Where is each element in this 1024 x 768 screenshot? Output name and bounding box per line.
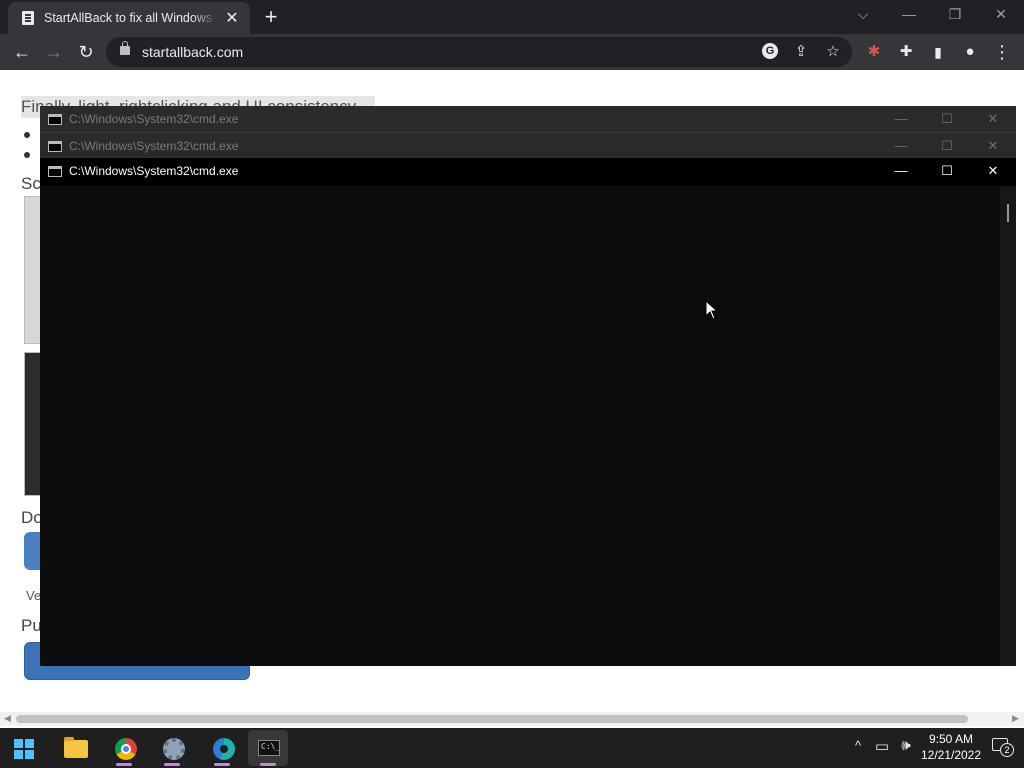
- window-restore-button[interactable]: ❐: [932, 0, 978, 30]
- cmd-scroll-thumb[interactable]: [1007, 204, 1009, 222]
- horizontal-scrollbar[interactable]: ◀ ▶: [0, 712, 1024, 726]
- start-button[interactable]: [2, 730, 42, 766]
- running-indicator: [164, 763, 180, 766]
- cmd-maximize-button[interactable]: ☐: [924, 133, 970, 159]
- cmd-minimize-button[interactable]: —: [878, 133, 924, 159]
- desktop: StartAllBack to fix all Windows 11 ✕ + ⌵…: [0, 0, 1024, 768]
- scroll-left-arrow-icon[interactable]: ◀: [4, 713, 11, 724]
- cmd-maximize-button[interactable]: ☐: [924, 158, 970, 184]
- cmd-minimize-button[interactable]: —: [878, 106, 924, 132]
- cmd-close-button[interactable]: ✕: [970, 106, 1016, 132]
- cmd-window-titlebar-active[interactable]: C:\Windows\System32\cmd.exe — ☐ ✕: [40, 158, 1016, 186]
- cmd-close-button[interactable]: ✕: [970, 158, 1016, 184]
- google-lens-icon[interactable]: G: [762, 43, 778, 59]
- browser-menu-icon[interactable]: ⋮: [988, 38, 1016, 66]
- tab-close-icon[interactable]: ✕: [224, 8, 240, 28]
- page-favicon-icon: [22, 11, 34, 25]
- mouse-cursor-icon: [705, 300, 719, 320]
- profile-avatar-icon[interactable]: ●: [956, 38, 984, 66]
- cmd-close-button[interactable]: ✕: [970, 133, 1016, 159]
- taskbar-edge[interactable]: [202, 730, 242, 766]
- cmd-window-title: C:\Windows\System32\cmd.exe: [69, 112, 239, 126]
- terminal-icon: C:\_: [258, 740, 280, 756]
- lock-icon[interactable]: [120, 41, 130, 55]
- volume-icon[interactable]: 🕪: [896, 737, 916, 754]
- notification-center-button[interactable]: 2: [992, 738, 1014, 757]
- cmd-app-icon: [48, 166, 62, 177]
- cmd-window-title: C:\Windows\System32\cmd.exe: [69, 164, 239, 178]
- new-tab-button[interactable]: +: [258, 4, 284, 30]
- share-icon[interactable]: ⇪: [790, 41, 812, 63]
- running-indicator: [214, 763, 230, 766]
- extension-red-icon[interactable]: ✱: [860, 38, 888, 66]
- cmd-window-title: C:\Windows\System32\cmd.exe: [69, 139, 239, 153]
- reload-icon[interactable]: ↻: [72, 38, 100, 66]
- list-bullet: [24, 132, 30, 138]
- taskbar-settings[interactable]: [152, 730, 192, 766]
- gear-icon: [163, 738, 185, 760]
- browser-tabstrip: StartAllBack to fix all Windows 11 ✕ + ⌵…: [0, 0, 1024, 34]
- edge-icon: [213, 738, 235, 760]
- cmd-minimize-button[interactable]: —: [878, 158, 924, 184]
- section-heading-screenshots: Sc: [21, 174, 41, 193]
- taskbar-chrome[interactable]: [104, 730, 144, 766]
- window-close-button[interactable]: ✕: [978, 0, 1024, 30]
- address-bar[interactable]: startallback.com G ⇪ ☆: [106, 37, 852, 67]
- clock-time: 9:50 AM: [928, 732, 974, 746]
- network-icon[interactable]: ▭: [872, 737, 892, 755]
- notification-count-badge: 2: [1000, 743, 1014, 757]
- tray-overflow-chevron-icon[interactable]: ^: [850, 738, 866, 753]
- taskbar-terminal[interactable]: C:\_: [248, 730, 288, 766]
- cmd-vertical-scrollbar[interactable]: [1000, 186, 1016, 666]
- bookmark-star-icon[interactable]: ☆: [822, 41, 844, 63]
- folder-icon: [64, 737, 88, 758]
- version-text: Ve: [26, 588, 42, 603]
- windows-logo-icon: [14, 739, 34, 759]
- section-heading-purchase: Pu: [21, 616, 42, 635]
- url-text[interactable]: startallback.com: [142, 44, 243, 60]
- list-bullet: [24, 152, 30, 158]
- taskbar-clock[interactable]: 9:50 AM 12/21/2022: [916, 731, 986, 763]
- cmd-console-area[interactable]: [40, 186, 1016, 666]
- tab-search-icon[interactable]: ⌵: [840, 0, 886, 30]
- browser-toolbar: ← → ↻ startallback.com G ⇪ ☆ ✱ ✚ ▮ ● ⋮: [0, 34, 1024, 70]
- chrome-icon: [115, 738, 137, 760]
- clock-date: 12/21/2022: [920, 748, 982, 762]
- taskbar-file-explorer[interactable]: [54, 730, 94, 766]
- browser-tab-startallback[interactable]: StartAllBack to fix all Windows 11 ✕: [8, 2, 250, 34]
- cmd-window-titlebar[interactable]: C:\Windows\System32\cmd.exe — ☐ ✕: [40, 132, 1016, 158]
- cmd-window-titlebar[interactable]: C:\Windows\System32\cmd.exe — ☐ ✕: [40, 106, 1016, 132]
- cmd-maximize-button[interactable]: ☐: [924, 106, 970, 132]
- back-arrow-icon[interactable]: ←: [8, 38, 36, 66]
- tab-title: StartAllBack to fix all Windows 11: [44, 11, 218, 25]
- extensions-puzzle-icon[interactable]: ✚: [892, 38, 920, 66]
- side-panel-icon[interactable]: ▮: [924, 38, 952, 66]
- forward-arrow-icon[interactable]: →: [40, 38, 68, 66]
- cmd-app-icon: [48, 114, 62, 125]
- running-indicator: [116, 763, 132, 766]
- horizontal-scroll-thumb[interactable]: [16, 715, 968, 723]
- cmd-app-icon: [48, 141, 62, 152]
- running-indicator: [260, 763, 276, 766]
- windows-taskbar: C:\_ ^ ▭ 🕪 9:50 AM 12/21/2022 2: [0, 728, 1024, 768]
- scroll-right-arrow-icon[interactable]: ▶: [1012, 713, 1019, 724]
- window-minimize-button[interactable]: —: [886, 0, 932, 30]
